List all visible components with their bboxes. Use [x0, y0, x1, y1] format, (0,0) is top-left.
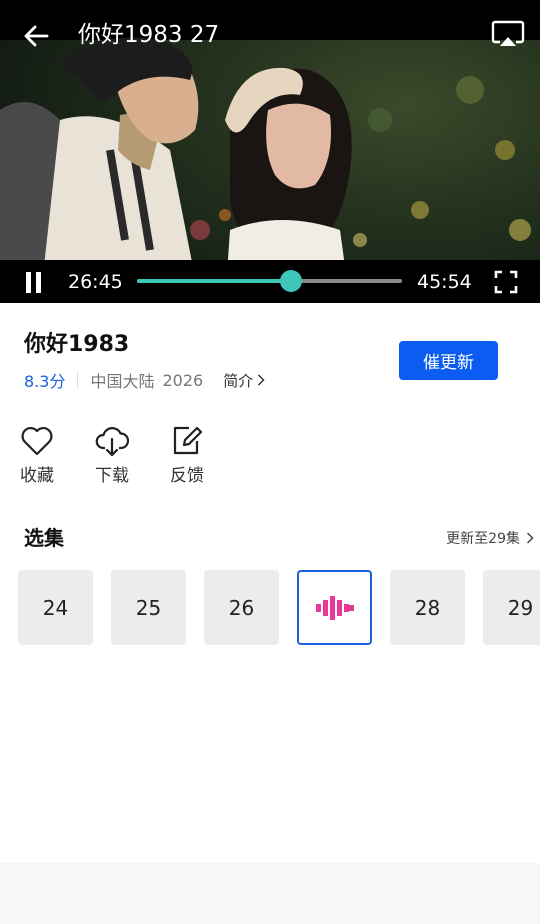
- action-bar: 收藏 下载 反馈: [0, 423, 540, 493]
- update-status: 更新至29集: [446, 531, 520, 547]
- episode-item[interactable]: 26: [204, 570, 279, 645]
- episode-item-playing[interactable]: [297, 570, 372, 645]
- episode-list-link[interactable]: 更新至29集: [446, 528, 534, 548]
- player-top-bar: 你好1983 27: [0, 0, 540, 70]
- video-player[interactable]: 你好1983 27 26:45 45:54: [0, 0, 540, 303]
- episodes-header: 选集 更新至29集: [24, 525, 534, 553]
- intro-link[interactable]: 简介: [223, 370, 265, 391]
- favorite-button[interactable]: 收藏: [7, 423, 67, 487]
- progress-slider[interactable]: [137, 270, 402, 292]
- edit-icon: [173, 426, 203, 455]
- chevron-right-icon: [526, 532, 534, 544]
- episodes-title: 选集: [24, 526, 64, 550]
- favorite-label: 收藏: [20, 466, 54, 486]
- urge-update-button[interactable]: 催更新: [399, 341, 498, 380]
- chevron-right-icon: [258, 374, 265, 386]
- screen-cast-icon: [491, 20, 525, 46]
- rating: 8.3分: [24, 372, 66, 391]
- show-meta: 8.3分 中国大陆 2026 简介: [24, 369, 265, 391]
- episode-item[interactable]: 29: [483, 570, 540, 645]
- fullscreen-button[interactable]: [494, 270, 518, 294]
- video-title: 你好1983 27: [78, 22, 220, 48]
- episode-item[interactable]: 24: [18, 570, 93, 645]
- episode-list: 24 25 26 28 29: [18, 570, 540, 645]
- show-title: 你好1983: [24, 332, 130, 357]
- back-button[interactable]: [16, 18, 56, 54]
- current-time: 26:45: [68, 271, 123, 293]
- show-detail-panel: 你好1983 8.3分 中国大陆 2026 简介 催更新 收藏 下载 反馈 选集…: [0, 303, 540, 863]
- download-label: 下载: [95, 466, 129, 486]
- meta-divider: [77, 372, 79, 388]
- fullscreen-icon: [494, 270, 518, 294]
- feedback-button[interactable]: 反馈: [157, 423, 217, 487]
- episode-item[interactable]: 28: [390, 570, 465, 645]
- cast-button[interactable]: [490, 18, 530, 52]
- progress-handle[interactable]: [279, 270, 302, 292]
- pause-button[interactable]: [20, 269, 48, 297]
- feedback-label: 反馈: [170, 466, 204, 486]
- download-button[interactable]: 下载: [82, 423, 142, 487]
- arrow-left-icon: [24, 25, 49, 47]
- cloud-download-icon: [95, 427, 130, 457]
- now-playing-icon: [315, 595, 354, 620]
- total-time: 45:54: [417, 271, 472, 293]
- bottom-spacer: [0, 863, 540, 924]
- heart-icon: [21, 426, 53, 456]
- year: 2026: [162, 370, 204, 390]
- episode-item[interactable]: 25: [111, 570, 186, 645]
- region: 中国大陆: [90, 372, 155, 391]
- player-controls: 26:45 45:54: [0, 260, 540, 303]
- progress-fill: [137, 279, 291, 283]
- intro-label: 简介: [223, 371, 254, 390]
- pause-icon: [26, 272, 41, 293]
